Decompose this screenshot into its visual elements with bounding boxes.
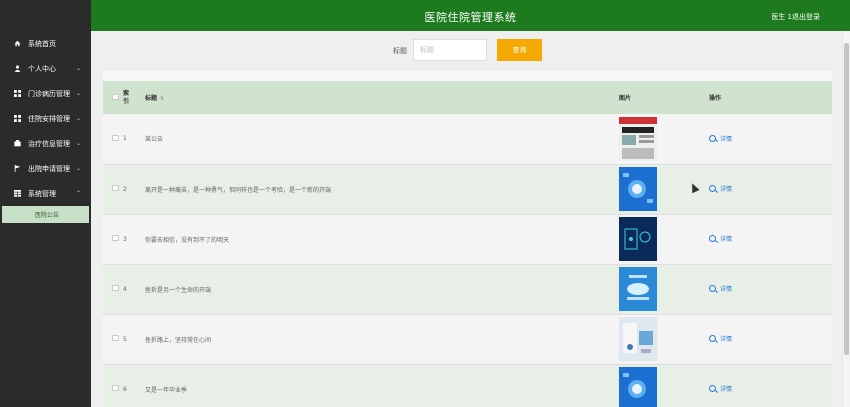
scrollbar-thumb[interactable] bbox=[844, 43, 849, 355]
main-content: 标题 查询 索引 标题⇅ 图片 操作 1 某公告 bbox=[91, 31, 850, 407]
detail-link[interactable]: 详情 bbox=[709, 334, 732, 343]
blue-tech-image bbox=[619, 367, 657, 407]
row-checkbox[interactable] bbox=[112, 385, 119, 391]
logout-link[interactable]: 退出登录 bbox=[792, 12, 820, 22]
detail-link[interactable]: 详情 bbox=[709, 384, 732, 393]
row-checkbox[interactable] bbox=[112, 235, 119, 241]
dark-tech-image bbox=[619, 217, 657, 261]
sidebar-item-label: 系统管理 bbox=[28, 189, 56, 198]
sidebar-item-system[interactable]: 系统管理 ⌃ bbox=[0, 181, 91, 206]
blue-cloud-image bbox=[619, 267, 657, 311]
search-icon bbox=[709, 134, 716, 142]
table-row: 5 挫折路上，坚持常在心间 详情 bbox=[103, 314, 832, 364]
row-index: 2 bbox=[123, 185, 127, 193]
search-icon bbox=[709, 185, 716, 192]
select-all-checkbox[interactable] bbox=[112, 93, 119, 100]
top-header: 医院住院管理系统 医生 1 退出登录 bbox=[91, 0, 850, 31]
row-index: 6 bbox=[123, 385, 127, 393]
table-row: 3 你要去相信，没有到不了的明天 详情 bbox=[103, 214, 832, 264]
row-title: 挫折路上，坚持常在心间 bbox=[145, 336, 212, 344]
sidebar-item-treatment[interactable]: 治疗信息管理 ⌄ bbox=[0, 131, 91, 156]
row-checkbox[interactable] bbox=[112, 285, 119, 291]
row-title: 又是一年毕业季 bbox=[145, 386, 188, 394]
detail-link[interactable]: 详情 bbox=[709, 184, 732, 193]
table-row: 2 离开是一种痛苦，是一种勇气，但同样也是一个考验，是一个新的开端 详情 bbox=[103, 164, 832, 214]
index-header: 索引 bbox=[123, 89, 130, 105]
title-header[interactable]: 标题 bbox=[145, 95, 157, 102]
detail-link[interactable]: 详情 bbox=[709, 134, 732, 143]
row-checkbox[interactable] bbox=[112, 335, 119, 341]
row-title: 你要去相信，没有到不了的明天 bbox=[145, 236, 230, 244]
medical-image bbox=[619, 317, 657, 361]
table-row: 4 挫折是另一个生命的开端 详情 bbox=[103, 264, 832, 314]
page-scrollbar[interactable] bbox=[842, 31, 850, 407]
sidebar-item-profile[interactable]: 个人中心 ⌄ bbox=[0, 56, 91, 81]
sidebar-item-label: 出院申请管理 bbox=[28, 164, 70, 173]
chevron-down-icon: ⌄ bbox=[75, 140, 81, 147]
sort-icon[interactable]: ⇅ bbox=[160, 96, 164, 102]
box-icon bbox=[14, 140, 21, 147]
newspaper-image bbox=[619, 116, 657, 161]
sidebar-item-label: 门诊病历管理 bbox=[28, 89, 70, 98]
detail-link[interactable]: 详情 bbox=[709, 284, 732, 293]
sidebar-item-inpatient[interactable]: 住院安排管理 ⌄ bbox=[0, 106, 91, 131]
search-icon bbox=[709, 235, 716, 242]
grid-icon bbox=[14, 115, 21, 122]
table-header-row: 索引 标题 ⇅ 图片 操作 bbox=[103, 81, 832, 114]
table-icon bbox=[14, 190, 21, 197]
announcement-table: 索引 标题 ⇅ 图片 操作 1 某公告 详情 2 离开是一种痛苦，是一种勇气，但… bbox=[103, 71, 832, 407]
row-title: 离开是一种痛苦，是一种勇气，但同样也是一个考验，是一个新的开端 bbox=[145, 186, 332, 194]
grid-icon bbox=[14, 90, 21, 97]
operation-header: 操作 bbox=[709, 95, 722, 102]
sidebar-item-label: 个人中心 bbox=[28, 64, 56, 73]
row-title: 挫折是另一个生命的开端 bbox=[145, 286, 212, 294]
row-checkbox[interactable] bbox=[112, 185, 119, 191]
row-checkbox[interactable] bbox=[112, 134, 119, 141]
table-row: 6 又是一年毕业季 详情 bbox=[103, 364, 832, 407]
row-index: 5 bbox=[123, 335, 127, 343]
home-icon bbox=[14, 40, 21, 47]
chevron-down-icon: ⌄ bbox=[75, 165, 81, 172]
user-icon bbox=[14, 65, 21, 72]
flag-icon bbox=[14, 165, 21, 172]
search-label: 标题 bbox=[393, 47, 407, 55]
row-title: 某公告 bbox=[145, 136, 164, 144]
row-index: 1 bbox=[123, 135, 127, 143]
table-row: 1 某公告 详情 bbox=[103, 114, 832, 164]
search-icon bbox=[709, 335, 716, 342]
search-button[interactable]: 查询 bbox=[497, 39, 542, 61]
search-icon bbox=[709, 385, 716, 392]
sidebar: 系统首页 个人中心 ⌄ 门诊病历管理 ⌄ 住院安排管理 ⌄ 治疗信息管理 ⌄ 出… bbox=[0, 0, 91, 407]
image-header: 图片 bbox=[619, 95, 632, 102]
current-user[interactable]: 医生 1 bbox=[771, 12, 792, 22]
search-input[interactable] bbox=[413, 39, 487, 61]
sidebar-item-label: 治疗信息管理 bbox=[28, 139, 70, 148]
blue-tech-image bbox=[619, 167, 657, 211]
row-index: 3 bbox=[123, 235, 127, 243]
app-title: 医院住院管理系统 bbox=[424, 11, 517, 24]
row-index: 4 bbox=[123, 285, 127, 293]
chevron-down-icon: ⌄ bbox=[75, 90, 81, 97]
sidebar-item-label: 系统首页 bbox=[28, 39, 56, 48]
sidebar-item-outpatient[interactable]: 门诊病历管理 ⌄ bbox=[0, 81, 91, 106]
sidebar-item-discharge[interactable]: 出院申请管理 ⌄ bbox=[0, 156, 91, 181]
chevron-up-icon: ⌃ bbox=[75, 190, 81, 197]
chevron-down-icon: ⌄ bbox=[75, 115, 81, 122]
search-icon bbox=[709, 285, 716, 292]
search-bar: 标题 查询 bbox=[91, 39, 850, 61]
sidebar-item-label: 住院安排管理 bbox=[28, 114, 70, 123]
sidebar-subitem-announcement[interactable]: 医院公告 bbox=[2, 206, 89, 223]
sidebar-item-home[interactable]: 系统首页 bbox=[0, 31, 91, 56]
detail-link[interactable]: 详情 bbox=[709, 234, 732, 243]
chevron-down-icon: ⌄ bbox=[75, 65, 81, 72]
